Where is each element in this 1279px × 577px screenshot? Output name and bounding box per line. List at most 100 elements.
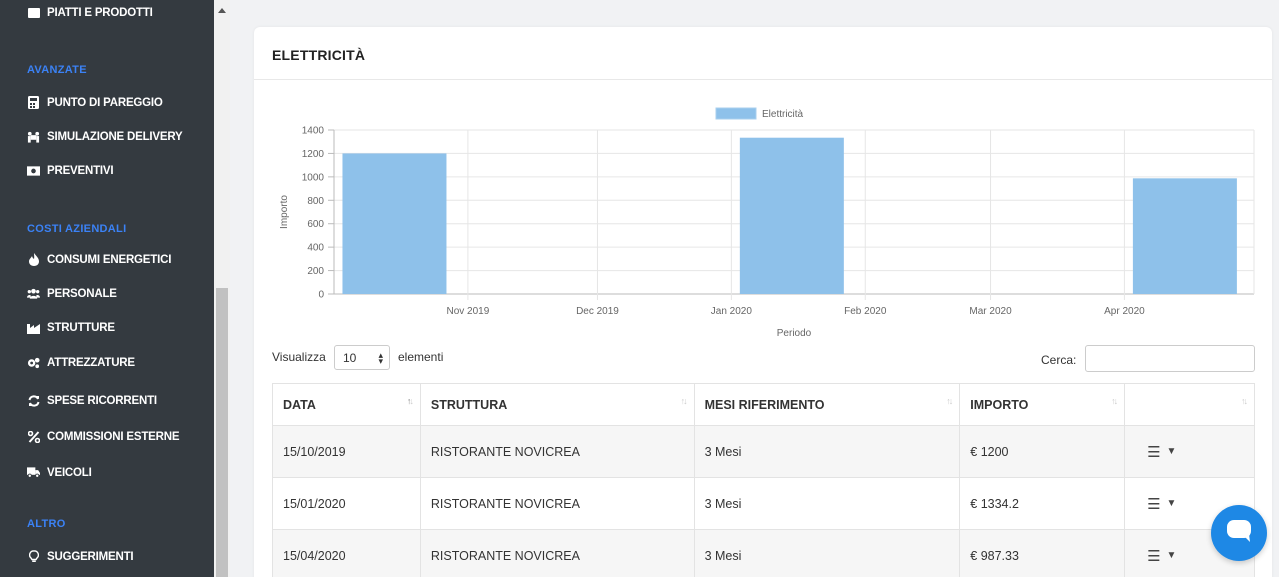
sidebar-item-suggerimenti[interactable]: SUGGERIMENTI xyxy=(27,550,134,563)
x-tick-label: Apr 2020 xyxy=(1104,306,1145,317)
cell-importo: € 987.33 xyxy=(959,529,1126,577)
sidebar-item-label: SUGGERIMENTI xyxy=(47,550,134,563)
table-row: 15/04/2020 RISTORANTE NOVICREA 3 Mesi € … xyxy=(272,529,1255,577)
sidebar: PIATTI E PRODOTTI AVANZATE PUNTO DI PARE… xyxy=(0,0,230,577)
sidebar-item-veicoli[interactable]: VEICOLI xyxy=(27,466,92,479)
cell-importo: € 1334.2 xyxy=(959,477,1126,530)
bars-icon: ☰ xyxy=(1147,443,1161,461)
list-icon xyxy=(27,6,40,19)
header-label: IMPORTO xyxy=(970,397,1029,412)
sidebar-item-attrezzature[interactable]: ATTREZZATURE xyxy=(27,356,135,369)
column-header-importo[interactable]: IMPORTO ↑↓ xyxy=(959,383,1126,426)
length-prefix: Visualizza xyxy=(272,350,326,364)
sidebar-item-preventivi[interactable]: PREVENTIVI xyxy=(27,164,114,177)
select-updown-icon: ▴ ▾ xyxy=(378,350,383,366)
sidebar-item-label: PUNTO DI PAREGGIO xyxy=(47,96,163,109)
header-label: DATA xyxy=(283,397,316,412)
y-axis-label: Importo xyxy=(279,195,290,229)
sort-icon: ↑↓ xyxy=(1241,396,1248,406)
y-tick-label: 0 xyxy=(318,290,324,301)
people-carry-icon xyxy=(27,130,40,143)
y-tick-label: 1200 xyxy=(302,149,325,160)
card-divider xyxy=(254,79,1272,80)
page-length-select[interactable]: 10 ▴ ▾ xyxy=(334,345,390,370)
y-tick-label: 1400 xyxy=(302,126,325,137)
lightbulb-icon xyxy=(27,550,40,563)
column-header-struttura[interactable]: STRUTTURA ↑↓ xyxy=(419,383,695,426)
cell-struttura: RISTORANTE NOVICREA xyxy=(419,477,695,530)
fire-icon xyxy=(27,253,40,266)
length-suffix: elementi xyxy=(398,350,444,364)
page-length-value: 10 xyxy=(343,350,357,365)
sidebar-item-label: COMMISSIONI ESTERNE xyxy=(47,430,180,443)
x-tick-label: Jan 2020 xyxy=(711,306,753,317)
cell-struttura: RISTORANTE NOVICREA xyxy=(419,529,695,577)
cell-struttura: RISTORANTE NOVICREA xyxy=(419,425,695,478)
x-tick-label: Dec 2019 xyxy=(576,306,619,317)
sort-icon: ↑↓ xyxy=(1111,396,1118,406)
sidebar-item-strutture[interactable]: STRUTTURE xyxy=(27,321,115,334)
table-row: 15/01/2020 RISTORANTE NOVICREA 3 Mesi € … xyxy=(272,477,1255,530)
cell-mesi: 3 Mesi xyxy=(693,529,961,577)
bar xyxy=(1132,178,1237,294)
legend-swatch xyxy=(715,107,757,120)
money-bill-icon xyxy=(27,164,40,177)
sidebar-item-label: STRUTTURE xyxy=(47,321,115,334)
y-tick-label: 800 xyxy=(307,196,324,207)
sidebar-item-commissioni-esterne[interactable]: COMMISSIONI ESTERNE xyxy=(27,430,179,443)
search-label: Cerca: xyxy=(1041,353,1077,367)
column-header-data[interactable]: DATA ↑↓ xyxy=(272,383,421,426)
scrollbar-thumb[interactable] xyxy=(216,288,228,577)
sidebar-item-spese-ricorrenti[interactable]: SPESE RICORRENTI xyxy=(27,394,157,407)
calculator-icon xyxy=(27,96,40,109)
card-title: ELETTRICITÀ xyxy=(272,47,366,63)
sidebar-item-label: PIATTI E PRODOTTI xyxy=(47,6,153,19)
sidebar-item-label: SPESE RICORRENTI xyxy=(47,394,157,407)
scroll-up-arrow-icon[interactable] xyxy=(218,8,226,13)
truck-icon xyxy=(27,466,40,479)
sidebar-item-label: PREVENTIVI xyxy=(47,164,114,177)
x-tick-label: Mar 2020 xyxy=(969,306,1012,317)
chat-bubble-icon xyxy=(1226,519,1252,548)
row-actions-menu[interactable]: ☰ ▼ xyxy=(1147,443,1254,461)
percent-icon xyxy=(27,430,40,443)
cell-data: 15/01/2020 xyxy=(272,477,421,530)
sidebar-item-label: SIMULAZIONE DELIVERY xyxy=(47,130,183,143)
sidebar-item-punto-di-pareggio[interactable]: PUNTO DI PAREGGIO xyxy=(27,96,163,109)
sidebar-item-label: VEICOLI xyxy=(47,466,92,479)
bars-icon: ☰ xyxy=(1147,547,1161,565)
column-header-actions[interactable]: ↑↓ xyxy=(1124,383,1255,426)
cogs-icon xyxy=(27,356,40,369)
cell-data: 15/04/2020 xyxy=(272,529,421,577)
cell-actions: ☰ ▼ xyxy=(1124,425,1255,478)
y-tick-label: 600 xyxy=(307,219,324,230)
column-header-mesi-riferimento[interactable]: MESI RIFERIMENTO ↑↓ xyxy=(693,383,961,426)
y-tick-label: 400 xyxy=(307,243,324,254)
table-row: 15/10/2019 RISTORANTE NOVICREA 3 Mesi € … xyxy=(272,425,1255,478)
search-input[interactable] xyxy=(1085,345,1255,372)
electricity-chart: 0 200 400 600 800 1000 1200 1400 Nov 2019 Dec 201… xyxy=(279,107,1255,339)
chat-button[interactable] xyxy=(1211,505,1267,561)
cell-mesi: 3 Mesi xyxy=(693,425,961,478)
sidebar-heading-costi-aziendali: COSTI AZIENDALI xyxy=(27,223,127,235)
chevron-down-icon: ▼ xyxy=(1166,446,1177,457)
sidebar-heading-avanzate: AVANZATE xyxy=(27,64,87,76)
y-tick-label: 200 xyxy=(307,266,324,277)
data-table: DATA ↑↓ STRUTTURA ↑↓ MESI RIFERIMENTO ↑↓ IM… xyxy=(272,383,1255,577)
header-label: MESI RIFERIMENTO xyxy=(704,397,825,412)
sidebar-scrollbar[interactable] xyxy=(214,0,230,577)
cell-mesi: 3 Mesi xyxy=(693,477,961,530)
sidebar-item-label: ATTREZZATURE xyxy=(47,356,135,369)
sidebar-item-personale[interactable]: PERSONALE xyxy=(27,287,117,300)
sidebar-item-label: PERSONALE xyxy=(47,287,117,300)
x-tick-label: Nov 2019 xyxy=(446,306,489,317)
sidebar-item-consumi-energetici[interactable]: CONSUMI ENERGETICI xyxy=(27,253,171,266)
sidebar-item-piatti-prodotti[interactable]: PIATTI E PRODOTTI xyxy=(27,6,153,19)
bar xyxy=(739,137,844,294)
sidebar-item-simulazione-delivery[interactable]: SIMULAZIONE DELIVERY xyxy=(27,130,183,143)
x-tick-label: Feb 2020 xyxy=(844,306,887,317)
table-header-row: DATA ↑↓ STRUTTURA ↑↓ MESI RIFERIMENTO ↑↓ IM… xyxy=(272,383,1255,426)
sort-asc-icon: ↑↓ xyxy=(406,396,414,406)
users-icon xyxy=(27,287,40,300)
sidebar-item-label: CONSUMI ENERGETICI xyxy=(47,253,172,266)
